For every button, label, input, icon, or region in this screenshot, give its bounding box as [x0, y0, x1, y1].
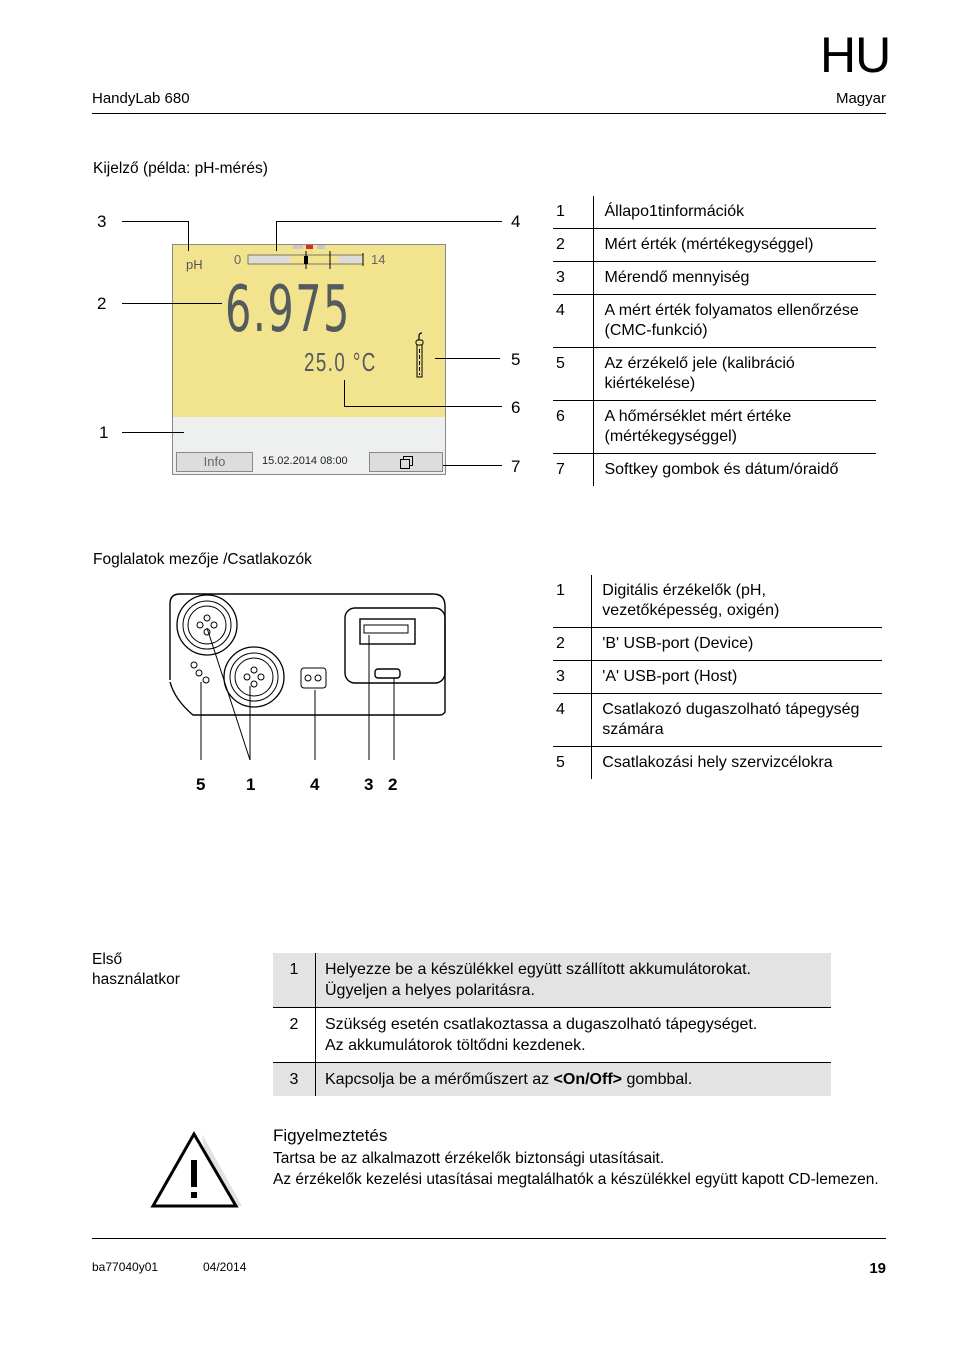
temperature-value: 25.0 °C: [304, 347, 377, 377]
sensor-socket-1: [176, 594, 238, 656]
socket-callout-2: 2: [388, 775, 398, 794]
callout-4: 4: [511, 212, 521, 231]
step-row: 2 Szükség esetén csatlakoztassa a dugasz…: [273, 1007, 831, 1063]
socket-callout-4: 4: [310, 775, 320, 794]
sockets-section-title: Foglalatok mezője /Csatlakozók: [93, 551, 312, 568]
warning-title: Figyelmeztetés: [273, 1126, 388, 1145]
legend-row: 3 Mérendő mennyiség: [553, 261, 876, 295]
legend-row: 1 Digitális érzékelők (pH, vezetőképesség…: [553, 575, 882, 628]
legend-row: 3 'A' USB-port (Host): [553, 660, 882, 694]
legend-row: 7 Softkey gombok és dátum/óraidő: [553, 453, 876, 486]
doc-id: ba77040y01: [92, 1260, 159, 1274]
service-contacts: [190, 661, 210, 684]
sockets-legend-table: 1 Digitális érzékelők (pH, vezetőképesség…: [553, 575, 882, 779]
socket-callout-3: 3: [364, 775, 374, 794]
page-number: 19: [869, 1260, 886, 1277]
legend-row: 4A mért érték folyamatos ellenőrzése (CM…: [553, 294, 876, 348]
doc-date: 04/2014: [203, 1260, 247, 1274]
callout-2: 2: [97, 294, 107, 313]
legend-row: 2 'B' USB-port (Device): [553, 627, 882, 661]
softkey-info-button[interactable]: Info: [176, 452, 253, 472]
footer-rule: [92, 1238, 886, 1239]
callout-1: 1: [99, 423, 109, 442]
sensor-icon: [415, 332, 424, 378]
legend-row: 6A hőmérséklet mért értéke (mértékegység…: [553, 400, 876, 454]
language-code: HU: [820, 27, 891, 83]
display-legend-table: 1 Állapo1tinformációk 2 Mért érték (mérték…: [553, 196, 876, 486]
callout-7: 7: [511, 457, 521, 476]
usb-ports: [344, 607, 446, 684]
socket-panel-diagram: [169, 593, 446, 761]
legend-row: 5 Csatlakozási hely szervizcélokra: [553, 746, 882, 779]
product-name: HandyLab 680: [92, 90, 190, 107]
socket-callout-1: 1: [246, 775, 256, 794]
step-row: 1 Helyezze be a készülékkel együtt száll…: [273, 953, 831, 1008]
step-row: 3 Kapcsolja be a mérőműszert az <On/Off>…: [273, 1062, 831, 1096]
header-rule: [92, 113, 886, 114]
power-socket: [300, 667, 327, 689]
callout-6: 6: [511, 398, 521, 417]
measured-value: 6.975: [225, 273, 351, 347]
language-name: Magyar: [835, 90, 886, 107]
callout-5: 5: [511, 350, 521, 369]
cmc-bar: [247, 245, 364, 269]
legend-row: 4 Csatlakozó dugaszolható tápegység számá…: [553, 693, 882, 747]
callout-3: 3: [97, 212, 107, 231]
legend-row: 1 Állapo1tinformációk: [553, 196, 876, 229]
window-stack-icon: [400, 456, 413, 469]
first-use-label: Első használatkor: [92, 951, 180, 988]
date-time: 15.02.2014 08:00: [262, 455, 348, 467]
display-section-title: Kijelző (példa: pH-mérés): [93, 160, 268, 177]
warning-body: Tartsa be az alkalmazott érzékelők bizto…: [273, 1150, 879, 1188]
softkey-window-button[interactable]: [369, 452, 443, 472]
legend-row: 2 Mért érték (mértékegységgel): [553, 228, 876, 262]
lcd-display: pH 0 14 6.975 25.0 °C Info 15.02.2014 08…: [172, 244, 446, 475]
first-use-steps: 1 Helyezze be a készülékkel együtt száll…: [273, 953, 831, 1096]
on-off-key: <On/Off>: [553, 1071, 622, 1088]
socket-callout-5: 5: [196, 775, 206, 794]
sensor-socket-2: [223, 646, 285, 708]
warning-triangle-icon: [150, 1130, 242, 1208]
legend-row: 5 Az érzékelő jele (kalibráció kiértékelé…: [553, 347, 876, 401]
